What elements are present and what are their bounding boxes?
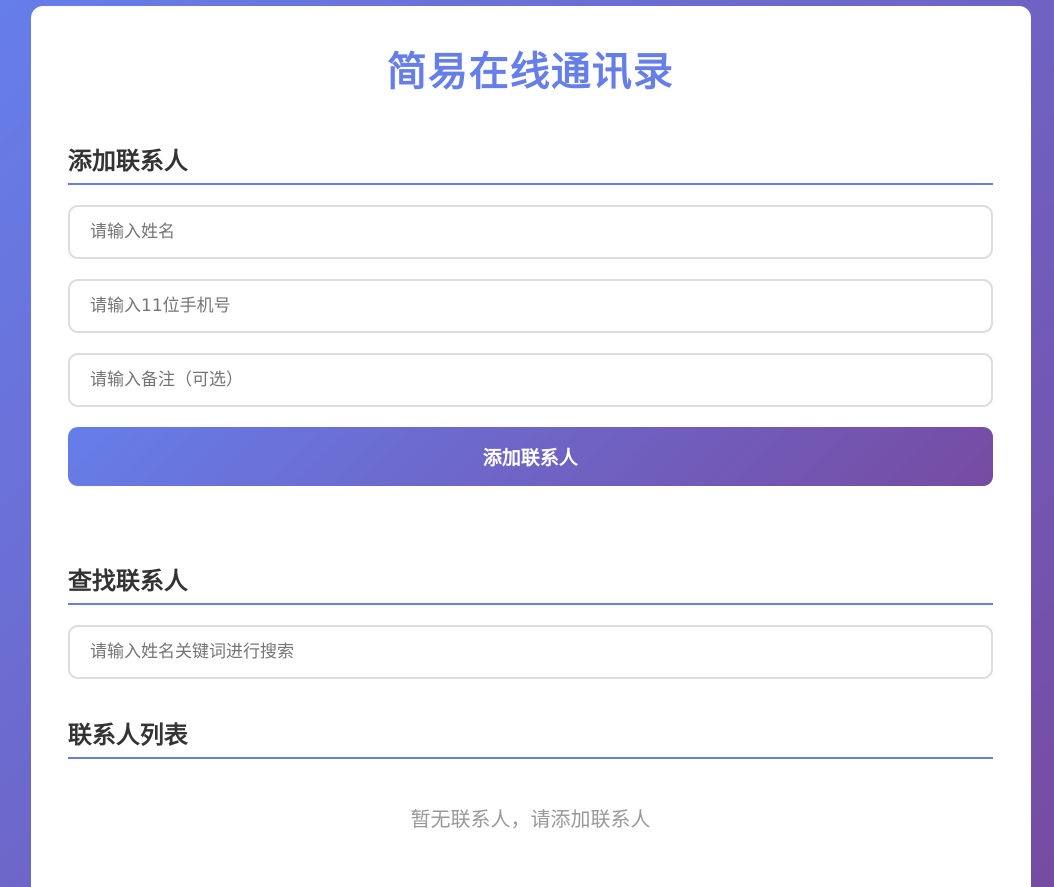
- main-card: 简易在线通讯录 添加联系人 添加联系人 查找联系人 联系人列表 暂无联系人，请添…: [31, 6, 1031, 887]
- page-title: 简易在线通讯录: [387, 49, 674, 95]
- phone-input[interactable]: [68, 279, 993, 333]
- search-input[interactable]: [68, 625, 993, 679]
- note-input[interactable]: [68, 353, 993, 407]
- add-contact-button[interactable]: 添加联系人: [68, 427, 993, 486]
- add-contact-heading: 添加联系人: [68, 141, 993, 185]
- contact-list-heading: 联系人列表: [68, 715, 993, 759]
- search-contact-heading: 查找联系人: [68, 561, 993, 605]
- empty-list-message: 暂无联系人，请添加联系人: [410, 807, 651, 831]
- name-input[interactable]: [68, 205, 993, 259]
